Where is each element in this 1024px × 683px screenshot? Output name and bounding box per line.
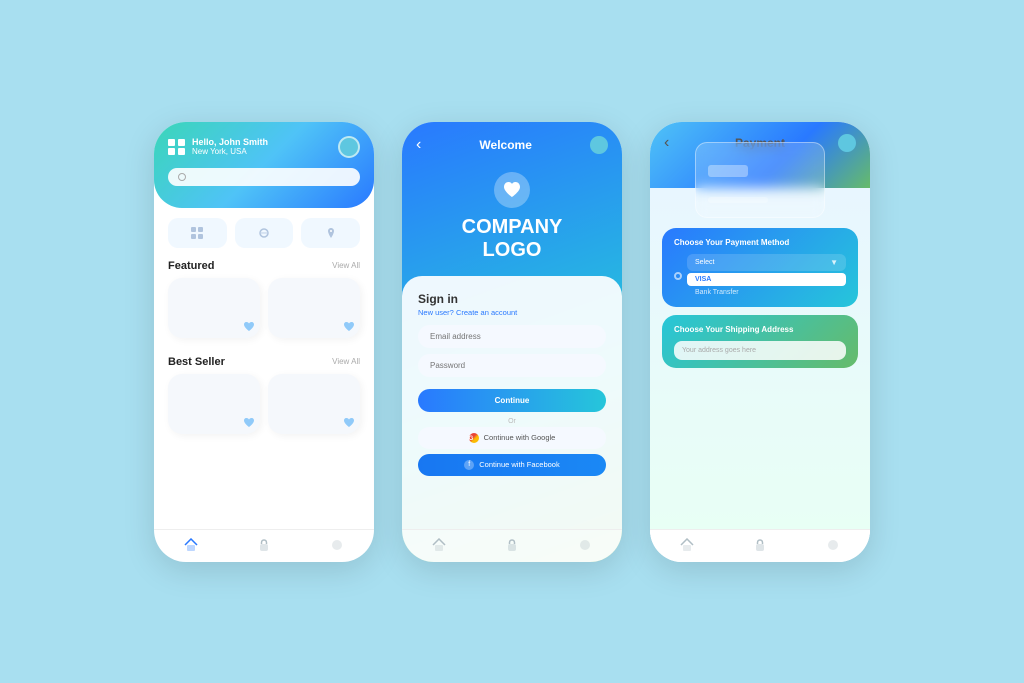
location-action-btn[interactable]: [301, 218, 360, 248]
user-info: Hello, John Smith New York, USA: [192, 137, 338, 156]
p3-nav-home[interactable]: [680, 538, 694, 552]
bestseller-title: Best Seller: [168, 356, 225, 368]
search-icon: [178, 173, 186, 181]
quick-actions: [154, 208, 374, 252]
featured-section: Featured View All: [154, 252, 374, 342]
select-placeholder: Select: [695, 259, 714, 266]
phone1-header: Hello, John Smith New York, USA: [154, 122, 374, 208]
email-input[interactable]: [418, 325, 606, 348]
phone-1: Hello, John Smith New York, USA Featured…: [154, 122, 374, 562]
google-btn-label: Continue with Google: [484, 433, 556, 442]
continue-button[interactable]: Continue: [418, 389, 606, 412]
shipping-address-section: Choose Your Shipping Address Your addres…: [662, 315, 858, 368]
payment-method-section: Choose Your Payment Method Select ▼ VISA…: [662, 228, 858, 307]
phone2-header: ‹ Welcome: [402, 122, 622, 154]
facebook-signin-btn[interactable]: f Continue with Facebook: [418, 454, 606, 476]
nav-lock[interactable]: [257, 538, 271, 552]
bestseller-card-1[interactable]: [168, 374, 260, 434]
logo-area: COMPANY LOGO: [402, 154, 622, 276]
phone2-avatar: [590, 136, 608, 154]
or-divider: Or: [418, 418, 606, 425]
featured-view-all[interactable]: View All: [332, 261, 360, 270]
payment-select[interactable]: Select ▼: [687, 254, 846, 271]
bestseller-view-all[interactable]: View All: [332, 357, 360, 366]
heart-icon: [243, 321, 255, 333]
phone1-bottom-nav: [154, 529, 374, 562]
phone-3: ‹ Payment Choose Your Payment Method Sel…: [650, 122, 870, 562]
nav-grid[interactable]: [330, 538, 344, 552]
heart-icon-2: [343, 321, 355, 333]
company-logo-text: COMPANY LOGO: [462, 216, 563, 262]
featured-title: Featured: [168, 260, 214, 272]
heart-icon-3: [243, 417, 255, 429]
search-bar[interactable]: [168, 168, 360, 186]
signin-title: Sign in: [418, 292, 606, 306]
password-input[interactable]: [418, 354, 606, 377]
p2-nav-lock[interactable]: [505, 538, 519, 552]
address-input[interactable]: Your address goes here: [674, 341, 846, 360]
dropdown-chevron-icon: ▼: [830, 258, 838, 267]
featured-card-1[interactable]: [168, 278, 260, 338]
bestseller-card-2[interactable]: [268, 374, 360, 434]
new-user-text: New user? Create an account: [418, 308, 606, 317]
facebook-btn-label: Continue with Facebook: [479, 460, 559, 469]
p3-nav-profile[interactable]: [826, 538, 840, 552]
phone2-bottom-nav: [402, 529, 622, 562]
facebook-icon: f: [464, 460, 474, 470]
phone-2: ‹ Welcome COMPANY LOGO Sign in New user?…: [402, 122, 622, 562]
create-account-link[interactable]: Create an account: [456, 308, 517, 317]
payment-radio[interactable]: [674, 272, 682, 280]
phone2-bg: ‹ Welcome COMPANY LOGO Sign in New user?…: [402, 122, 622, 562]
p3-avatar: [838, 134, 856, 152]
payment-dropdown[interactable]: Select ▼ VISA Bank Transfer: [687, 254, 846, 299]
shipping-address-title: Choose Your Shipping Address: [674, 325, 846, 334]
heart-icon-4: [343, 417, 355, 429]
user-greeting: Hello, John Smith: [192, 137, 338, 147]
featured-card-2[interactable]: [268, 278, 360, 338]
payment-method-title: Choose Your Payment Method: [674, 238, 846, 247]
google-icon: G: [469, 433, 479, 443]
card-chip: [708, 165, 748, 177]
p2-nav-profile[interactable]: [578, 538, 592, 552]
p2-nav-home[interactable]: [432, 538, 446, 552]
grid-action-btn[interactable]: [168, 218, 227, 248]
user-location: New York, USA: [192, 147, 338, 156]
p3-nav-lock[interactable]: [753, 538, 767, 552]
visa-option[interactable]: VISA: [687, 273, 846, 286]
logo-heart: [494, 172, 530, 208]
phone3-header: ‹ Payment: [650, 122, 870, 188]
bestseller-section: Best Seller View All: [154, 348, 374, 438]
chat-icon: [258, 227, 270, 239]
p3-back-button[interactable]: ‹: [664, 134, 669, 152]
chat-action-btn[interactable]: [235, 218, 294, 248]
signin-form: Sign in New user? Create an account Cont…: [402, 276, 622, 529]
menu-icon[interactable]: [168, 139, 186, 155]
phone3-bg: ‹ Payment Choose Your Payment Method Sel…: [650, 122, 870, 562]
location-icon: [325, 227, 337, 239]
phone3-body: Choose Your Payment Method Select ▼ VISA…: [650, 188, 870, 529]
nav-home[interactable]: [184, 538, 198, 552]
bank-transfer-option[interactable]: Bank Transfer: [687, 286, 846, 299]
phone2-title: Welcome: [479, 138, 531, 152]
phone3-bottom-nav: [650, 529, 870, 562]
credit-card-visual: [695, 142, 825, 218]
back-button[interactable]: ‹: [416, 136, 421, 154]
grid-small-icon: [191, 227, 203, 239]
avatar[interactable]: [338, 136, 360, 158]
google-signin-btn[interactable]: G Continue with Google: [418, 427, 606, 449]
card-number-line: [708, 197, 768, 203]
